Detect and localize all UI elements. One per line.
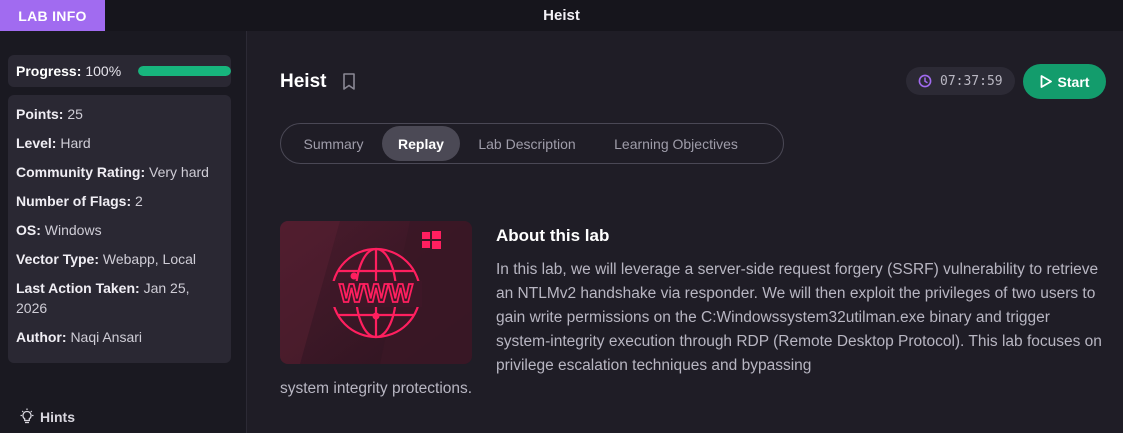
progress-bar (138, 66, 231, 76)
window-title: Heist (543, 7, 580, 24)
hints-button[interactable]: Hints (18, 408, 75, 426)
tab-learning-objectives[interactable]: Learning Objectives (594, 126, 758, 161)
sidebar: Progress: 100% Points: 25 Level: Hard Co… (0, 31, 247, 433)
hints-label: Hints (40, 409, 75, 425)
tab-bar: Summary Replay Lab Description Learning … (280, 123, 784, 164)
svg-text:WWW: WWW (339, 278, 413, 308)
progress-card: Progress: 100% (8, 55, 231, 87)
lab-info-tab[interactable]: LAB INFO (0, 0, 105, 31)
info-row-author: Author: Naqi Ansari (16, 329, 143, 345)
play-icon (1040, 75, 1052, 88)
about-description-tail: system integrity protections. (280, 380, 473, 397)
info-row-os: OS: Windows (16, 222, 102, 238)
about-title: About this lab (496, 226, 610, 245)
lab-thumbnail: WWW (280, 221, 472, 364)
tab-replay[interactable]: Replay (382, 126, 460, 161)
progress-bar-fill (138, 66, 231, 76)
top-bar: LAB INFO Heist (0, 0, 1123, 31)
tab-summary[interactable]: Summary (285, 126, 382, 161)
tab-lab-description[interactable]: Lab Description (460, 126, 594, 161)
lightbulb-icon (20, 408, 34, 424)
info-row-last-action: Last Action Taken: Jan 25, 2026 (16, 280, 190, 316)
info-row-number-of-flags: Number of Flags: 2 (16, 193, 143, 209)
progress-label: Progress: (16, 63, 82, 79)
main-content: Heist 07:37:59 Start Summary Replay Lab … (248, 31, 1123, 433)
info-row-level: Level: Hard (16, 135, 91, 151)
lab-info-card: Points: 25 Level: Hard Community Rating:… (8, 95, 231, 363)
page-title: Heist (280, 71, 327, 92)
info-row-community-rating: Community Rating: Very hard (16, 164, 209, 180)
bookmark-icon[interactable] (341, 72, 357, 92)
timer-badge: 07:37:59 (906, 67, 1015, 95)
progress-value: 100% (85, 63, 122, 79)
info-row-vector-type: Vector Type: Webapp, Local (16, 251, 197, 267)
timer-value: 07:37:59 (940, 73, 1003, 89)
info-row-points: Points: 25 (16, 106, 83, 122)
clock-icon (918, 74, 932, 88)
about-description: In this lab, we will leverage a server-s… (496, 261, 1102, 374)
start-button[interactable]: Start (1023, 64, 1106, 99)
start-label: Start (1057, 73, 1090, 90)
